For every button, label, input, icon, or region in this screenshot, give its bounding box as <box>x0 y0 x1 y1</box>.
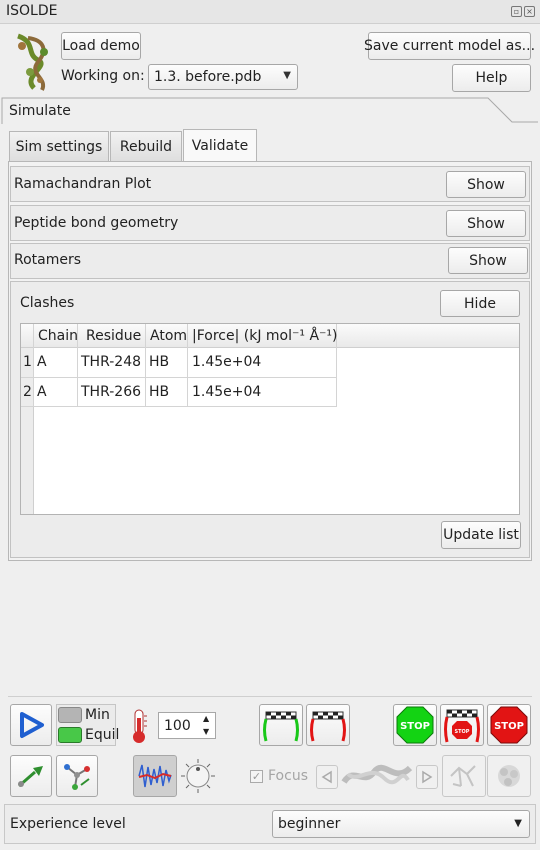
start-simulation-button[interactable] <box>10 704 52 746</box>
help-button[interactable]: Help <box>452 64 531 92</box>
table-cell-residue[interactable]: THR-266 <box>81 384 141 400</box>
plot-toggle-button[interactable] <box>133 755 177 797</box>
window-titlebar: ISOLDE ▫ × <box>0 0 540 24</box>
chevron-down-icon: ▼ <box>283 70 291 81</box>
rotamers-label: Rotamers <box>14 252 82 268</box>
float-icon[interactable]: ▫ <box>511 6 522 17</box>
chevron-down-icon: ▼ <box>514 818 522 829</box>
col-chain[interactable]: Chain <box>38 328 78 344</box>
rotamers-show-button[interactable]: Show <box>448 247 528 274</box>
table-cell-residue[interactable]: THR-248 <box>81 354 141 370</box>
play-icon <box>20 712 44 738</box>
save-model-button[interactable]: Save current model as... <box>364 32 535 60</box>
temperature-value: 100 <box>164 718 191 734</box>
col-atom[interactable]: Atom <box>150 328 187 344</box>
prev-residue-button[interactable] <box>316 765 338 789</box>
checkpoint-green-icon <box>263 711 299 742</box>
clash-table <box>20 323 520 515</box>
window-title: ISOLDE <box>6 3 58 19</box>
table-cell-chain[interactable]: A <box>37 384 47 400</box>
revert-checkpoint-button[interactable] <box>306 704 350 746</box>
stop-green-icon: STOP <box>396 706 434 744</box>
min-label: Min <box>85 707 110 723</box>
table-cell-force[interactable]: 1.45e+04 <box>192 354 261 370</box>
thermometer-icon <box>133 709 147 743</box>
experience-value: beginner <box>278 816 341 832</box>
structure-preview-icon <box>341 764 413 785</box>
row-index: 1 <box>23 354 32 370</box>
isolde-logo <box>17 33 48 91</box>
svg-text:STOP: STOP <box>455 729 470 735</box>
chevron-right-icon <box>422 770 433 784</box>
working-on-label: Working on: <box>61 68 145 84</box>
row-index: 2 <box>23 384 32 400</box>
stop-keep-button[interactable]: STOP <box>393 704 437 746</box>
ramachandran-show-button[interactable]: Show <box>446 171 526 198</box>
peptide-section: Peptide bond geometry Show <box>10 205 530 241</box>
stop-revert-checkpoint-button[interactable]: STOP <box>440 704 484 746</box>
table-cell-atom[interactable]: HB <box>149 354 169 370</box>
density-icon <box>498 765 520 787</box>
col-residue[interactable]: Residue <box>86 328 141 344</box>
clashes-hide-button[interactable]: Hide <box>440 290 520 317</box>
panel-tab-outline <box>1 97 538 124</box>
mask-sticks-button[interactable] <box>442 755 486 797</box>
experience-select[interactable]: beginner ▼ <box>272 810 530 838</box>
model-select-value: 1.3. before.pdb <box>154 69 262 85</box>
rotamers-section: Rotamers Show <box>10 243 530 279</box>
focus-checkbox[interactable]: ✓ <box>250 770 263 783</box>
min-toggle[interactable] <box>58 707 82 723</box>
stop-checkpoint-icon: STOP <box>444 709 480 743</box>
ramachandran-section: Ramachandran Plot Show <box>10 166 530 202</box>
store-checkpoint-button[interactable] <box>259 704 303 746</box>
tug-icon <box>18 766 43 788</box>
checkpoint-red-icon <box>310 711 346 742</box>
equil-label: Equil <box>85 727 120 743</box>
experience-label: Experience level <box>10 816 126 832</box>
load-demo-button[interactable]: Load demo <box>61 32 141 60</box>
chevron-up-icon[interactable]: ▲ <box>203 713 209 725</box>
tug-residue-button[interactable] <box>56 755 98 797</box>
table-cell-chain[interactable]: A <box>37 354 47 370</box>
clashes-label: Clashes <box>20 295 75 311</box>
temperature-spinbox[interactable]: 100 ▲ ▼ <box>158 712 216 739</box>
equil-toggle[interactable] <box>58 727 82 743</box>
peptide-show-button[interactable]: Show <box>446 210 526 237</box>
chevron-left-icon <box>321 770 332 784</box>
chevron-down-icon[interactable]: ▼ <box>203 726 209 738</box>
tug-atom-button[interactable] <box>10 755 52 797</box>
tab-sim-settings[interactable]: Sim settings <box>9 131 109 161</box>
col-force[interactable]: |Force| (kJ mol⁻¹ Å⁻¹) <box>192 328 338 344</box>
table-cell-atom[interactable]: HB <box>149 384 169 400</box>
stop-red-icon: STOP <box>490 706 528 744</box>
svg-text:STOP: STOP <box>400 721 430 732</box>
update-list-button[interactable]: Update list <box>441 521 521 549</box>
tab-validate[interactable]: Validate <box>183 129 257 162</box>
mask-spheres-button[interactable] <box>487 755 531 797</box>
waveform-icon <box>138 764 172 788</box>
next-residue-button[interactable] <box>416 765 438 789</box>
speed-dial-icon[interactable] <box>180 758 216 794</box>
sticks-icon <box>450 765 476 787</box>
table-cell-force[interactable]: 1.45e+04 <box>192 384 261 400</box>
peptide-label: Peptide bond geometry <box>14 215 179 231</box>
model-select[interactable]: 1.3. before.pdb ▼ <box>148 64 298 90</box>
molecule-icon <box>64 764 90 790</box>
focus-label: Focus <box>268 768 308 784</box>
ramachandran-label: Ramachandran Plot <box>14 176 152 192</box>
close-icon[interactable]: × <box>524 6 535 17</box>
stop-discard-button[interactable]: STOP <box>487 704 531 746</box>
svg-text:STOP: STOP <box>494 721 524 732</box>
tab-rebuild[interactable]: Rebuild <box>110 131 182 161</box>
